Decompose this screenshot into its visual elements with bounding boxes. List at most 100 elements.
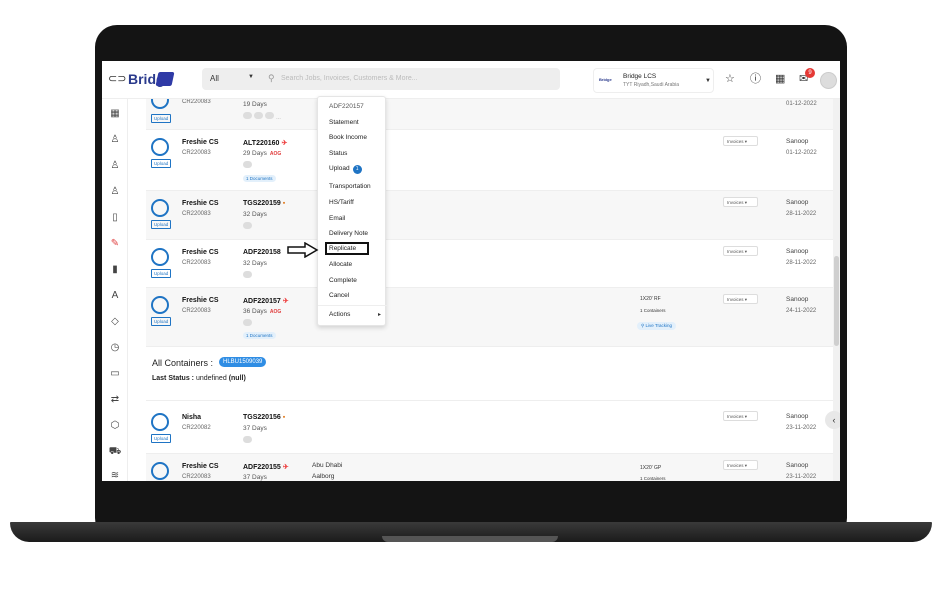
invoices-dropdown[interactable]: Invoices ▾ [723,246,758,256]
customer-code: CR220082 [182,425,211,431]
job-number[interactable]: ADF220157 ✈ [243,297,289,305]
search-scope-select[interactable]: All [210,74,219,83]
search-icon: ⚲ [268,73,275,83]
upload-button[interactable]: Upload [151,159,172,168]
menu-item-transportation[interactable]: Transportation [329,183,371,190]
job-owner: Sanoop [786,138,809,145]
global-search[interactable]: All ▼ ⚲ Search Jobs, Invoices, Customers… [202,68,560,90]
job-row[interactable]: Upload Freshie CS CR220083 ADF220157 ✈ 36… [146,288,833,347]
customer-avatar [151,462,169,480]
invoices-dropdown[interactable]: Invoices ▾ [723,197,758,207]
menu-item-email[interactable]: Email [329,215,345,222]
live-tracking-link[interactable]: ⚲ Live Tracking [637,322,677,330]
tag-icon[interactable]: ◇ [108,315,122,329]
upload-button[interactable]: Upload [151,434,172,443]
menu-item-statement[interactable]: Statement [329,119,359,126]
bookmark-icon[interactable]: ▯ [108,211,122,225]
job-age: 29 Days AOG [243,150,282,157]
bar-chart-icon[interactable]: ▮ [108,263,122,277]
invoices-dropdown[interactable]: Invoices ▾ [723,411,758,421]
sidebar: ▦ ♙ ♙ ♙ ▯ ✎ ▮ A ◇ ◷ ▭ ⇄ ⬡ ⛟ ≋ [102,99,128,481]
job-age: 32 Days [243,211,267,218]
job-row[interactable]: Upload CR220083 19 Days … 01-12-2022 [146,99,833,130]
pointer-arrow-icon [287,242,319,258]
job-chips [243,161,254,170]
job-chips: … [243,112,281,121]
invoices-dropdown[interactable]: Invoices ▾ [723,294,758,304]
job-number[interactable]: ALT220160 ✈ [243,139,287,147]
clock-icon[interactable]: ◷ [108,341,122,355]
job-owner: Sanoop [786,248,809,255]
box-icon[interactable]: ⬡ [108,419,122,433]
transfer-icon[interactable]: ⇄ [108,393,122,407]
job-row[interactable]: Upload Freshie CS CR220083 ADF220158 32 … [146,240,833,288]
menu-item-book-income[interactable]: Book Income [329,134,367,141]
container-number-badge[interactable]: HLBU1509039 [219,357,267,367]
job-number[interactable]: TGS220156 ▪ [243,414,285,421]
search-input[interactable]: Search Jobs, Invoices, Customers & More.… [281,75,418,82]
dashboard-icon[interactable]: ▦ [108,107,122,121]
customer-name[interactable]: Freshie CS [182,463,219,470]
menu-item-replicate[interactable]: Replicate [329,245,356,252]
user-icon[interactable]: ♙ [108,133,122,147]
customer-name[interactable]: Freshie CS [182,200,219,207]
job-date: 24-11-2022 [786,308,817,314]
menu-item-allocate[interactable]: Allocate [329,261,352,268]
add-user-icon[interactable]: ♙ [108,185,122,199]
job-row[interactable]: Freshie CS CR220083 ADF220155 ✈ 37 Days A… [146,454,833,481]
menu-item-complete[interactable]: Complete [329,277,357,284]
upload-button[interactable]: Upload [151,317,172,326]
documents-badge[interactable]: 1 Documents [243,175,276,182]
documents-badge[interactable]: 1 Documents [243,332,276,339]
users-icon[interactable]: ♙ [108,159,122,173]
user-avatar[interactable] [820,72,837,89]
chevron-left-icon[interactable]: ‹ [825,411,840,429]
customer-code: CR220083 [182,211,211,217]
customer-name[interactable]: Freshie CS [182,297,219,304]
containers-label: All Containers : [152,358,214,368]
chevron-down-icon[interactable]: ▼ [248,74,254,80]
menu-toggle-icon[interactable]: ⊂⊃ [108,74,126,85]
job-row[interactable]: Upload Nisha CR220082 TGS220156 ▪ 37 Days… [146,405,833,454]
star-icon[interactable]: ☆ [725,74,735,85]
menu-item-delivery-note[interactable]: Delivery Note [329,230,368,237]
edit-jobs-icon[interactable]: ✎ [108,237,122,251]
apps-grid-icon[interactable]: ▦ [775,74,785,85]
job-age: 32 Days [243,260,267,267]
scrollbar-thumb[interactable] [834,256,839,346]
menu-item-actions[interactable]: Actions [329,311,350,318]
invoices-dropdown[interactable]: Invoices ▾ [723,136,758,146]
upload-button[interactable]: Upload [151,269,172,278]
customer-avatar [151,199,169,217]
laptop-notch [382,536,558,542]
menu-item-status[interactable]: Status [329,150,347,157]
job-owner: Sanoop [786,462,809,469]
destination: Aalborg [312,473,335,480]
job-number[interactable]: TGS220159 ▪ [243,200,285,207]
containers-section: All Containers : HLBU1509039 Last Status… [146,347,833,401]
job-row[interactable]: Upload Freshie CS CR220083 ALT220160 ✈ 29… [146,130,833,191]
credit-card-icon[interactable]: ▭ [108,367,122,381]
job-row[interactable]: Upload Freshie CS CR220083 TGS220159 ▪ 32… [146,191,833,240]
customer-name[interactable]: Freshie CS [182,249,219,256]
font-icon[interactable]: A [108,289,122,303]
chevron-down-icon[interactable]: ▼ [705,78,711,84]
job-number[interactable]: ADF220158 [243,249,281,256]
cart-icon[interactable]: ⛟ [108,445,122,459]
customer-name[interactable]: Nisha [182,414,201,421]
origin: Abu Dhabi [312,462,343,469]
company-selector[interactable]: Bridge Bridge LCS TYT Riyadh,Saudi Arabi… [593,68,714,93]
upload-button[interactable]: Upload [151,114,172,123]
last-status: Last Status : undefined (null) [152,375,246,382]
layers-icon[interactable]: ≋ [108,469,122,481]
truck-icon: ▪ [282,200,286,207]
job-chips [243,319,254,328]
menu-item-cancel[interactable]: Cancel [329,292,349,299]
invoices-dropdown[interactable]: Invoices ▾ [723,460,758,470]
menu-item-upload[interactable]: Upload 1 [329,165,362,174]
customer-name[interactable]: Freshie CS [182,139,219,146]
upload-button[interactable]: Upload [151,220,172,229]
menu-item-hs-tariff[interactable]: HS/Tariff [329,199,354,206]
job-number[interactable]: ADF220155 ✈ [243,463,289,471]
help-icon[interactable]: ⓘ [750,74,761,85]
